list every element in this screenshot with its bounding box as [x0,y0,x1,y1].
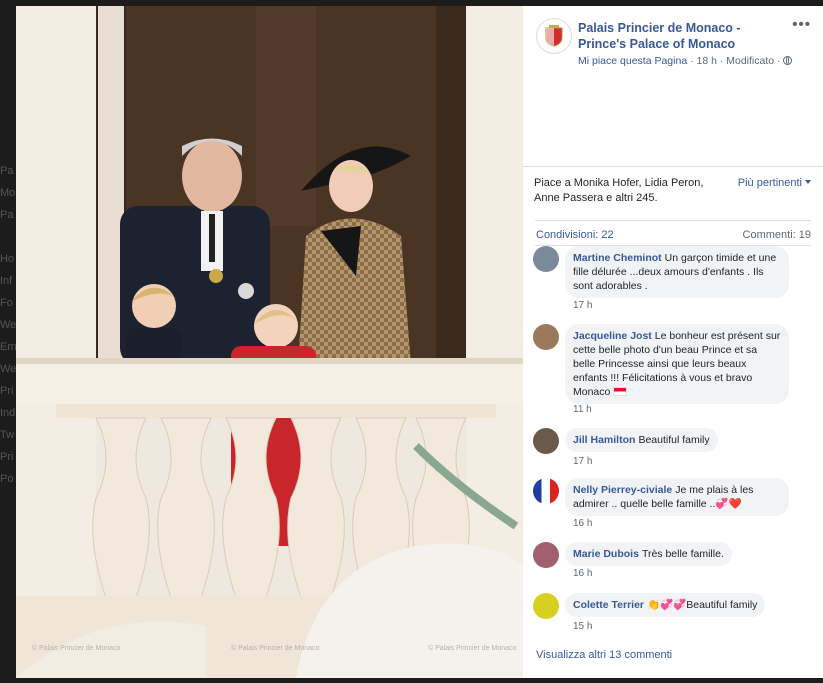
balcony-family-illustration [16,6,523,678]
likes-text[interactable]: Piace a Monika Hofer, Lidia Peron, Anne … [534,176,724,206]
heart-emoji: 💞❤️ [715,498,742,510]
post-header: Palais Princier de Monaco - Prince's Pal… [523,6,823,167]
post-stats: Condivisioni: 22 Commenti: 19 [535,220,811,246]
comment-bubble: Marie Dubois Très belle famille. [565,542,732,566]
clap-heart-emoji: 👏💞💞 [647,599,687,611]
comment-author[interactable]: Jacqueline Jost [573,330,652,342]
comment-time[interactable]: 15 h [573,621,592,632]
comment-text: Beautiful family [686,599,758,611]
post-photo[interactable]: © Palais Princier de Monaco © Palais Pri… [16,6,523,678]
like-page-link[interactable]: Mi piace questa Pagina [578,55,687,67]
page-name-link[interactable]: Palais Princier de Monaco - Prince's Pal… [578,20,783,52]
shares-count-link[interactable]: Condivisioni: 22 [536,221,614,249]
caret-down-icon [805,180,811,184]
comment-bubble: Colette Terrier 👏💞💞Beautiful family [565,593,766,617]
comment-time[interactable]: 17 h [573,456,592,467]
avatar[interactable] [533,428,559,454]
comment-time[interactable]: 16 h [573,518,592,529]
more-options-button[interactable]: ••• [792,16,811,33]
photo-watermark: © Palais Princier de Monaco [428,645,517,652]
post-side-panel: Palais Princier de Monaco - Prince's Pal… [523,6,823,678]
comment-bubble: Jill Hamilton Beautiful family [565,428,718,452]
avatar[interactable] [533,593,559,619]
sort-comments-button[interactable]: Più pertinenti [738,176,811,191]
coat-of-arms-icon [545,25,563,47]
avatar[interactable] [533,246,559,272]
comment-time[interactable]: 17 h [573,300,592,311]
avatar[interactable] [533,324,559,350]
comment-time[interactable]: 16 h [573,568,592,579]
comment-bubble: Nelly Pierrey-civiale Je me plais à les a… [565,478,789,516]
comment-author[interactable]: Nelly Pierrey-civiale [573,484,672,496]
photo-watermark: © Palais Princier de Monaco [32,645,121,652]
comment-author[interactable]: Martine Cheminot [573,252,662,264]
globe-icon[interactable] [783,56,793,65]
sort-comments-label: Più pertinenti [737,177,802,189]
view-more-comments-link[interactable]: Visualizza altri 13 commenti [536,649,672,661]
avatar[interactable] [533,542,559,568]
likes-summary: Piace a Monika Hofer, Lidia Peron, Anne … [523,167,823,220]
comments-count-link[interactable]: Commenti: 19 [743,221,811,249]
comment-bubble: Jacqueline Jost Le bonheur est présent su… [565,324,789,404]
comment-author[interactable]: Jill Hamilton [573,434,635,446]
avatar[interactable] [533,478,559,504]
comment-text: Très belle famille. [641,548,724,560]
comment-author[interactable]: Colette Terrier [573,599,644,611]
photo-watermark: © Palais Princier de Monaco [231,645,320,652]
comment-time[interactable]: 11 h [573,404,592,415]
post-meta-text: · 18 h · Modificato · [687,55,784,67]
comment-text: Beautiful family [638,434,710,446]
comment-author[interactable]: Marie Dubois [573,548,639,560]
comment-bubble: Martine Cheminot Un garçon timide et une … [565,246,789,298]
page-avatar[interactable] [536,18,572,54]
monaco-flag-icon [613,387,628,396]
post-meta: Mi piace questa Pagina · 18 h · Modifica… [578,55,793,67]
